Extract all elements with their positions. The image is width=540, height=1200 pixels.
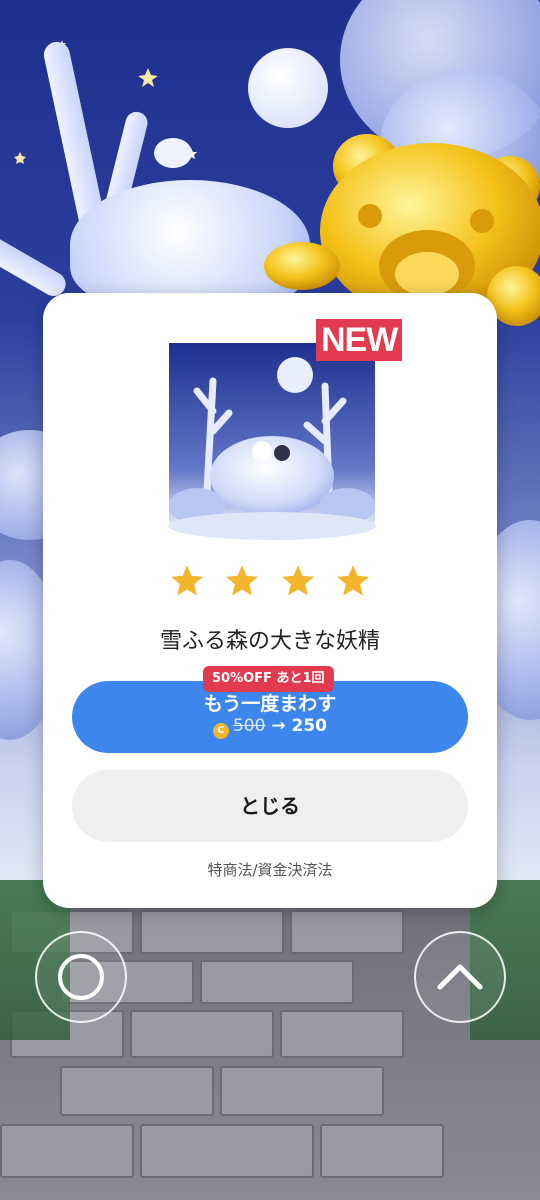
circle-icon <box>58 954 104 1000</box>
close-button[interactable]: とじる <box>72 770 468 842</box>
scroll-up-button[interactable] <box>414 931 506 1023</box>
stone-path <box>0 880 540 1200</box>
new-price: 250 <box>291 716 328 736</box>
rarity-stars <box>43 563 497 603</box>
price-arrow: → <box>271 716 286 736</box>
action-button[interactable] <box>35 931 127 1023</box>
small-fairy <box>154 138 192 168</box>
star-icon <box>336 565 369 596</box>
gacha-result-dialog: NEW 雪ふる森の大きな妖精 もう一度まわす C 500 → 250 50%OFF… <box>43 293 497 908</box>
coin-icon: C <box>212 723 229 739</box>
spin-again-label: もう一度まわす <box>203 693 337 715</box>
chevron-up-icon <box>437 964 483 990</box>
spin-price: C 500 → 250 <box>72 716 468 739</box>
star-icon <box>281 565 314 596</box>
legal-link[interactable]: 特商法/資金決済法 <box>43 859 497 880</box>
star-icon <box>171 565 204 596</box>
old-price: 500 <box>232 716 266 736</box>
discount-badge: 50%OFF あと1回 <box>203 666 334 692</box>
star-icon <box>226 565 259 596</box>
new-badge: NEW <box>316 319 403 361</box>
reward-thumbnail <box>168 343 376 540</box>
reward-title: 雪ふる森の大きな妖精 <box>159 629 380 654</box>
